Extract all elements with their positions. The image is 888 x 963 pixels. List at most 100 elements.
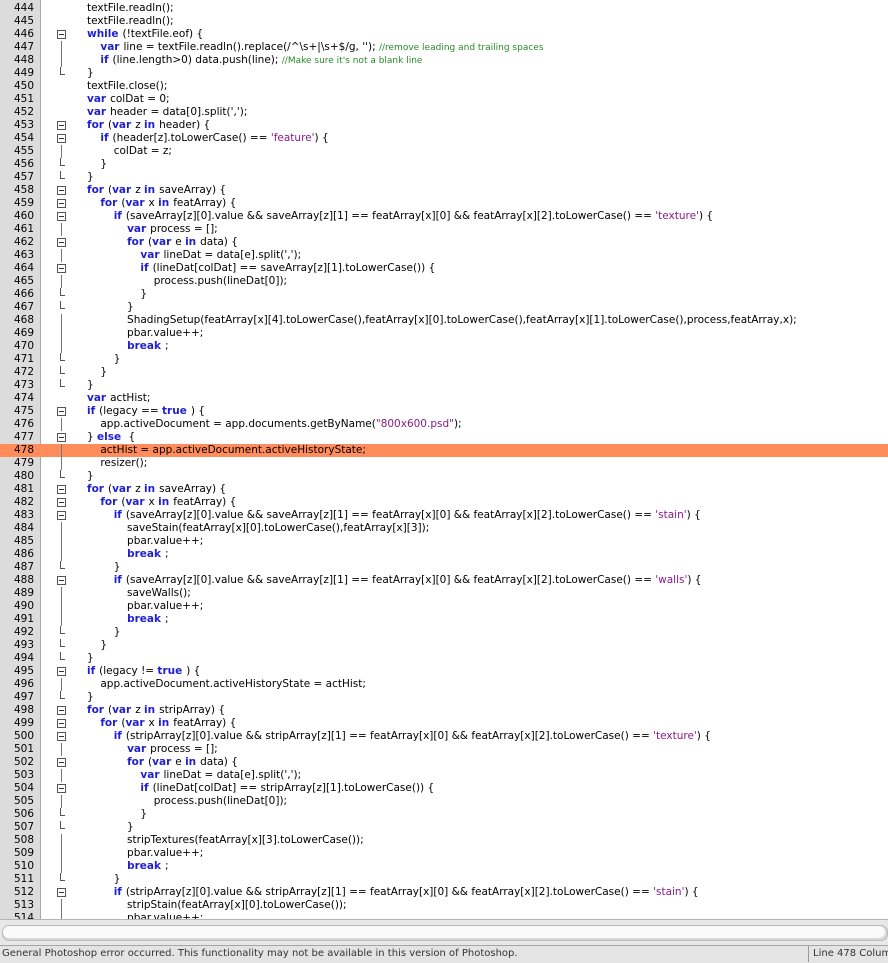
code-line[interactable]: 492 } xyxy=(0,626,888,639)
code-line[interactable]: 449} xyxy=(0,67,888,80)
code-token: ); xyxy=(453,418,462,430)
fold-toggle-icon[interactable] xyxy=(57,264,66,273)
fold-toggle-icon[interactable] xyxy=(57,186,66,195)
code-line[interactable]: 510 break; xyxy=(0,860,888,873)
fold-toggle-icon[interactable] xyxy=(57,238,66,247)
fold-toggle-icon[interactable] xyxy=(57,498,66,507)
code-line[interactable]: 487 } xyxy=(0,561,888,574)
code-line[interactable]: 450 textFile.close(); xyxy=(0,80,888,93)
fold-toggle-icon[interactable] xyxy=(57,758,66,767)
code-line[interactable]: 471 } xyxy=(0,353,888,366)
code-line[interactable]: 444 textFile.readln(); xyxy=(0,2,888,15)
code-line[interactable]: 454 if (header[z].toLowerCase() == 'featu… xyxy=(0,132,888,145)
code-line[interactable]: 491 break; xyxy=(0,613,888,626)
code-text: textFile.close(); xyxy=(87,80,167,93)
line-number: 458 xyxy=(13,184,34,196)
fold-toggle-icon[interactable] xyxy=(57,30,66,39)
code-line[interactable]: 480} xyxy=(0,470,888,483)
code-line[interactable]: 489 saveWalls(); xyxy=(0,587,888,600)
code-line[interactable]: 481 for (var z in saveArray) { xyxy=(0,483,888,496)
code-line[interactable]: 483 if (saveArray[z][0].value && saveArra… xyxy=(0,509,888,522)
keyword-token: var xyxy=(125,496,145,508)
scrollbar-thumb[interactable] xyxy=(3,926,885,938)
code-line[interactable]: 512 if (stripArray[z][0].value && stripAr… xyxy=(0,886,888,899)
code-line[interactable]: 448 if (line.length>0) data.push(line); /… xyxy=(0,54,888,67)
code-line[interactable]: 463 var lineDat = data[e].split(','); xyxy=(0,249,888,262)
code-editor[interactable]: 444 textFile.readln(); 445 textFile.readln(… xyxy=(0,0,888,919)
code-line[interactable]: 469 pbar.value++; xyxy=(0,327,888,340)
code-line[interactable]: 456 } xyxy=(0,158,888,171)
code-line[interactable]: 445 textFile.readln(); xyxy=(0,15,888,28)
code-line[interactable]: 470 break; xyxy=(0,340,888,353)
fold-toggle-icon[interactable] xyxy=(57,485,66,494)
code-line[interactable]: 485 pbar.value++; xyxy=(0,535,888,548)
code-line[interactable]: 462 for (var e in data) { xyxy=(0,236,888,249)
code-line[interactable]: 502 for (var e in data) { xyxy=(0,756,888,769)
code-line[interactable]: 484 saveStain(featArray[x][0].toLowerCas… xyxy=(0,522,888,535)
code-line[interactable]: 477} else { xyxy=(0,431,888,444)
fold-toggle-icon[interactable] xyxy=(57,199,66,208)
code-line[interactable]: 507 } xyxy=(0,821,888,834)
code-line[interactable]: 465 process.push(lineDat[0]); xyxy=(0,275,888,288)
code-line[interactable]: 475 if (legacy == true) { xyxy=(0,405,888,418)
code-line[interactable]: 451 var colDat = 0; xyxy=(0,93,888,106)
code-line[interactable]: 500 if (stripArray[z][0].value && stripAr… xyxy=(0,730,888,743)
horizontal-scrollbar[interactable] xyxy=(0,919,888,945)
code-line[interactable]: 504 if (lineDat[colDat] == stripArray[z][… xyxy=(0,782,888,795)
code-line[interactable]: 514 pbar.value++; xyxy=(0,912,888,919)
fold-toggle-icon[interactable] xyxy=(57,134,66,143)
code-line[interactable]: 495 if (legacy != true) { xyxy=(0,665,888,678)
code-line[interactable]: 482 for (var x in featArray) { xyxy=(0,496,888,509)
code-line[interactable]: 452 var header = data[0].split(','); xyxy=(0,106,888,119)
code-line[interactable]: 506 } xyxy=(0,808,888,821)
code-line[interactable]: 508 stripTextures(featArray[x][3].toLowe… xyxy=(0,834,888,847)
code-line[interactable]: 457} xyxy=(0,171,888,184)
code-line[interactable]: 467 } xyxy=(0,301,888,314)
code-line[interactable]: 461 var process = []; xyxy=(0,223,888,236)
code-line[interactable]: 473} xyxy=(0,379,888,392)
code-line[interactable]: 476 app.activeDocument = app.documents.g… xyxy=(0,418,888,431)
code-line[interactable]: 496 app.activeDocument.activeHistoryStat… xyxy=(0,678,888,691)
code-line[interactable]: 497} xyxy=(0,691,888,704)
fold-toggle-icon[interactable] xyxy=(57,433,66,442)
code-line[interactable]: 486 break; xyxy=(0,548,888,561)
fold-toggle-icon[interactable] xyxy=(57,212,66,221)
code-line[interactable]: 479 resizer(); xyxy=(0,457,888,470)
code-line[interactable]: 511 } xyxy=(0,873,888,886)
fold-toggle-icon[interactable] xyxy=(57,576,66,585)
code-line[interactable]: 513 stripStain(featArray[x][0].toLowerCa… xyxy=(0,899,888,912)
code-line[interactable]: 453 for (var z in header) { xyxy=(0,119,888,132)
code-line-highlighted[interactable]: 478 actHist = app.activeDocument.activeH… xyxy=(0,444,888,457)
fold-toggle-icon[interactable] xyxy=(57,706,66,715)
code-line[interactable]: 468 ShadingSetup(featArray[x][4].toLower… xyxy=(0,314,888,327)
code-line[interactable]: 466 } xyxy=(0,288,888,301)
code-line[interactable]: 505 process.push(lineDat[0]); xyxy=(0,795,888,808)
fold-toggle-icon[interactable] xyxy=(57,732,66,741)
fold-toggle-icon[interactable] xyxy=(57,667,66,676)
code-line[interactable]: 464 if (lineDat[colDat] == saveArray[z][1… xyxy=(0,262,888,275)
code-text: } xyxy=(87,366,107,379)
code-line[interactable]: 459 for (var x in featArray) { xyxy=(0,197,888,210)
code-line[interactable]: 446 while (!textFile.eof) { xyxy=(0,28,888,41)
code-line[interactable]: 458 for (var z in saveArray) { xyxy=(0,184,888,197)
code-line[interactable]: 501 var process = []; xyxy=(0,743,888,756)
fold-toggle-icon[interactable] xyxy=(57,121,66,130)
code-line[interactable]: 493 } xyxy=(0,639,888,652)
fold-toggle-icon[interactable] xyxy=(57,407,66,416)
code-line[interactable]: 498 for (var z in stripArray) { xyxy=(0,704,888,717)
code-line[interactable]: 509 pbar.value++; xyxy=(0,847,888,860)
code-line[interactable]: 460 if (saveArray[z][0].value && saveArra… xyxy=(0,210,888,223)
code-line[interactable]: 488 if (saveArray[z][0].value && saveArra… xyxy=(0,574,888,587)
code-line[interactable]: 490 pbar.value++; xyxy=(0,600,888,613)
code-line[interactable]: 447 var line = textFile.readln().replace(… xyxy=(0,41,888,54)
code-line[interactable]: 499 for (var x in featArray) { xyxy=(0,717,888,730)
code-line[interactable]: 472 } xyxy=(0,366,888,379)
code-line[interactable]: 494} xyxy=(0,652,888,665)
fold-toggle-icon[interactable] xyxy=(57,719,66,728)
fold-toggle-icon[interactable] xyxy=(57,511,66,520)
code-line[interactable]: 474 var actHist; xyxy=(0,392,888,405)
code-line[interactable]: 455 colDat = z; xyxy=(0,145,888,158)
fold-toggle-icon[interactable] xyxy=(57,888,66,897)
fold-toggle-icon[interactable] xyxy=(57,784,66,793)
code-line[interactable]: 503 var lineDat = data[e].split(','); xyxy=(0,769,888,782)
